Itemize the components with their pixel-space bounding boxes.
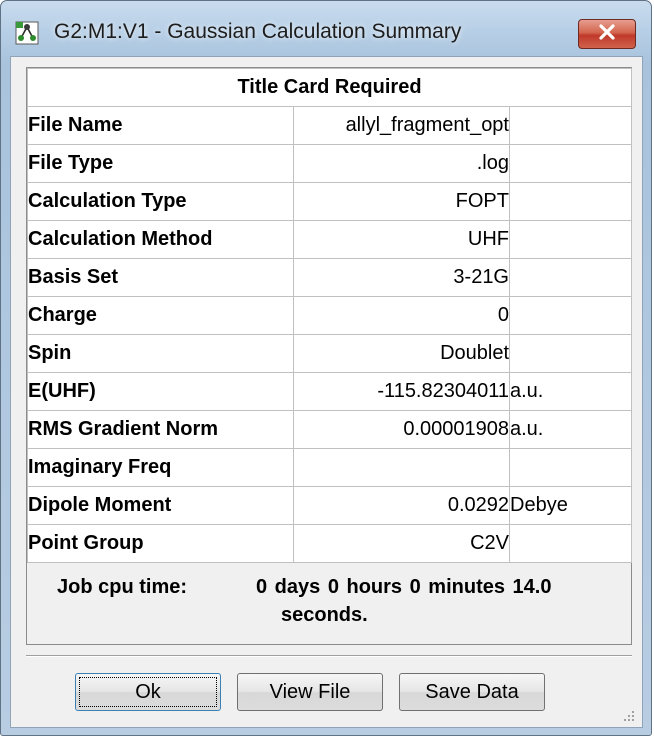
table-header-row: Title Card Required xyxy=(26,68,633,107)
row-value: 0.0292 xyxy=(293,486,510,525)
row-unit xyxy=(508,144,633,183)
row-unit: a.u. xyxy=(508,410,633,449)
window-title: G2:M1:V1 - Gaussian Calculation Summary xyxy=(54,20,462,43)
table-row: Imaginary Freq xyxy=(27,448,633,487)
row-label: File Type xyxy=(27,144,294,183)
view-file-label: View File xyxy=(269,680,351,703)
row-value: 3-21G xyxy=(293,258,510,297)
job-cpu-time: Job cpu time: 0 days 0 hours 0 minutes 1… xyxy=(27,562,631,644)
row-label: Imaginary Freq xyxy=(27,448,294,487)
ok-button[interactable]: Ok xyxy=(75,673,221,711)
gaussview-molecule-icon[interactable] xyxy=(15,21,39,45)
table-row: Point Group C2V xyxy=(27,524,633,563)
row-unit xyxy=(508,296,633,335)
row-label: RMS Gradient Norm xyxy=(27,410,294,449)
table-row: Calculation Type FOPT xyxy=(27,182,633,221)
dialog-client-area: Title Card Required File Name allyl_frag… xyxy=(10,56,643,728)
cpu-time-value: 0 days 0 hours 0 minutes 14.0 xyxy=(256,576,552,598)
row-label: Calculation Method xyxy=(27,220,294,259)
row-value: C2V xyxy=(293,524,510,563)
table-row: E(UHF) -115.82304011 a.u. xyxy=(27,372,633,411)
table-row: Charge 0 xyxy=(27,296,633,335)
row-value xyxy=(293,448,510,487)
row-value: 0.00001908 xyxy=(293,410,510,449)
resize-grip-icon[interactable] xyxy=(622,709,636,723)
save-data-button[interactable]: Save Data xyxy=(399,673,545,711)
close-button[interactable] xyxy=(578,19,636,49)
table-row: File Name allyl_fragment_opt xyxy=(27,106,633,145)
row-unit xyxy=(508,334,633,373)
cpu-time-label: Job cpu time: xyxy=(57,576,188,598)
row-value: .log xyxy=(293,144,510,183)
row-unit xyxy=(508,220,633,259)
table-row: Spin Doublet xyxy=(27,334,633,373)
row-label: Spin xyxy=(27,334,294,373)
row-value: allyl_fragment_opt xyxy=(293,106,510,145)
table-row: File Type .log xyxy=(27,144,633,183)
row-label: File Name xyxy=(27,106,294,145)
row-unit xyxy=(508,524,633,563)
close-x-icon xyxy=(596,23,618,45)
row-label: Dipole Moment xyxy=(27,486,294,525)
row-value: UHF xyxy=(293,220,510,259)
row-label: Point Group xyxy=(27,524,294,563)
table-row: Dipole Moment 0.0292 Debye xyxy=(27,486,633,525)
row-unit xyxy=(508,182,633,221)
table-row: Basis Set 3-21G xyxy=(27,258,633,297)
view-file-button[interactable]: View File xyxy=(237,673,383,711)
row-value: -115.82304011 xyxy=(293,372,510,411)
focus-rect xyxy=(79,677,217,707)
summary-table: Title Card Required File Name allyl_frag… xyxy=(26,68,633,563)
title-card-header: Title Card Required xyxy=(26,68,633,107)
row-unit xyxy=(508,258,633,297)
row-value: Doublet xyxy=(293,334,510,373)
save-data-label: Save Data xyxy=(425,680,519,703)
row-value: FOPT xyxy=(293,182,510,221)
cpu-time-value-cont: seconds. xyxy=(281,604,368,626)
row-unit xyxy=(508,448,633,487)
button-separator xyxy=(26,655,632,657)
row-label: E(UHF) xyxy=(27,372,294,411)
table-row: Calculation Method UHF xyxy=(27,220,633,259)
calculation-summary-panel: Title Card Required File Name allyl_frag… xyxy=(26,67,633,645)
row-label: Calculation Type xyxy=(27,182,294,221)
row-unit xyxy=(508,106,633,145)
row-label: Charge xyxy=(27,296,294,335)
title-bar[interactable]: G2:M1:V1 - Gaussian Calculation Summary xyxy=(1,1,651,57)
table-row: RMS Gradient Norm 0.00001908 a.u. xyxy=(27,410,633,449)
row-label: Basis Set xyxy=(27,258,294,297)
dialog-window: G2:M1:V1 - Gaussian Calculation Summary … xyxy=(0,0,652,736)
row-value: 0 xyxy=(293,296,510,335)
row-unit: a.u. xyxy=(508,372,633,411)
row-unit: Debye xyxy=(508,486,633,525)
